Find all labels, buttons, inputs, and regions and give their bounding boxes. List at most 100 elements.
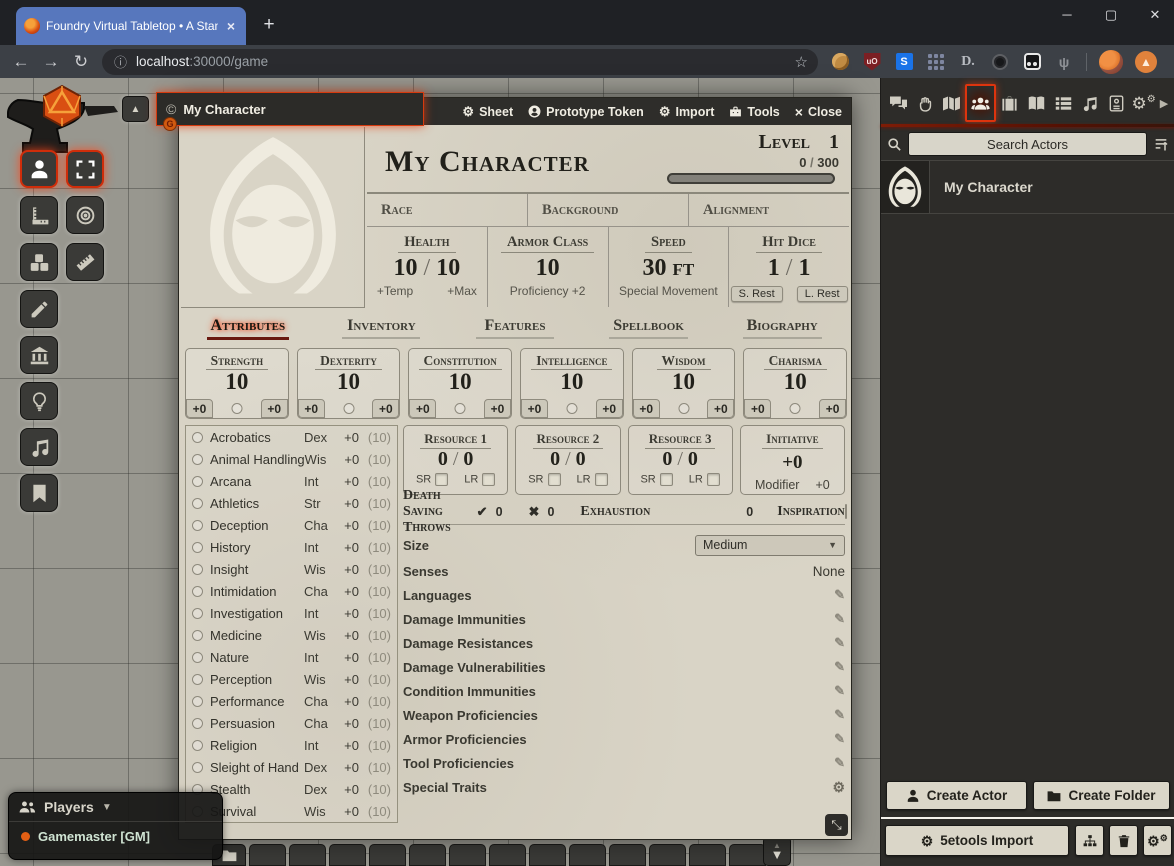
lr-checkbox[interactable] <box>707 473 720 486</box>
ability-score[interactable]: 10 <box>298 370 400 394</box>
collapse-controls-button[interactable]: ▲ <box>122 96 149 122</box>
browser-update-button[interactable]: ▲ <box>1135 51 1157 73</box>
edit-icon[interactable]: ✎ <box>834 683 845 699</box>
ability-score[interactable]: 10 <box>744 370 846 394</box>
skill-row[interactable]: PersuasionCha+0(10) <box>186 712 397 734</box>
d-extension-icon[interactable]: D. <box>958 52 978 72</box>
save-mod[interactable]: +0 <box>521 399 548 418</box>
macro-slot[interactable] <box>449 844 486 866</box>
skill-prof-radio[interactable] <box>192 718 203 729</box>
skill-row[interactable]: PerformanceCha+0(10) <box>186 690 397 712</box>
character-name[interactable]: My Character <box>385 131 667 184</box>
skill-prof-radio[interactable] <box>192 762 203 773</box>
profile-avatar[interactable] <box>1099 50 1123 74</box>
macro-slot[interactable] <box>529 844 566 866</box>
save-mod[interactable]: +0 <box>298 399 325 418</box>
create-folder-button[interactable]: Create Folder <box>1033 781 1170 810</box>
macro-slot[interactable] <box>289 844 326 866</box>
back-button[interactable]: ← <box>6 52 36 72</box>
new-tab-button[interactable]: + <box>256 12 282 38</box>
lr-checkbox[interactable] <box>482 473 495 486</box>
ability-score[interactable]: 10 <box>633 370 735 394</box>
close-sheet-button[interactable]: × Close <box>795 104 842 120</box>
sr-checkbox[interactable] <box>435 473 448 486</box>
skill-prof-radio[interactable] <box>192 476 203 487</box>
skill-prof-radio[interactable] <box>192 740 203 751</box>
ability-score[interactable]: 10 <box>409 370 511 394</box>
folder-tree-button[interactable] <box>1075 825 1104 856</box>
edit-icon[interactable]: ✎ <box>834 611 845 627</box>
hp-tempmax-label[interactable]: +Max <box>447 284 477 298</box>
macro-slot[interactable] <box>649 844 686 866</box>
5etools-import-button[interactable]: ⚙ 5etools Import <box>885 825 1069 856</box>
tab-combat[interactable] <box>912 84 939 122</box>
search-input[interactable] <box>908 132 1147 156</box>
skill-row[interactable]: DeceptionCha+0(10) <box>186 514 397 536</box>
skill-row[interactable]: MedicineWis+0(10) <box>186 624 397 646</box>
death-success-count[interactable]: 0 <box>496 505 503 519</box>
actor-list-item[interactable]: My Character <box>881 160 1174 214</box>
proficiency-radio[interactable] <box>790 403 801 414</box>
tab-spellbook[interactable]: Spellbook <box>582 317 716 342</box>
initiative-mod[interactable]: +0 <box>815 478 829 492</box>
token-controls-button[interactable] <box>20 150 58 188</box>
tab-scenes[interactable] <box>939 84 966 122</box>
tab-attributes[interactable]: Attributes <box>181 317 315 342</box>
tab-chat[interactable] <box>885 84 912 122</box>
close-window-button[interactable]: ✕ <box>1142 2 1168 28</box>
prototype-token-button[interactable]: Prototype Token <box>528 105 644 119</box>
skill-row[interactable]: ReligionInt+0(10) <box>186 734 397 756</box>
macro-slot[interactable] <box>569 844 606 866</box>
maximize-button[interactable]: ▢ <box>1098 2 1124 28</box>
macro-slot[interactable] <box>249 844 286 866</box>
special-movement-label[interactable]: Special Movement <box>619 284 718 298</box>
skill-row[interactable]: AcrobaticsDex+0(10) <box>186 426 397 448</box>
skill-row[interactable]: HistoryInt+0(10) <box>186 536 397 558</box>
death-success-icon[interactable]: ✔ <box>477 504 488 520</box>
ability-score[interactable]: 10 <box>186 370 288 394</box>
select-tool-button[interactable] <box>66 150 104 188</box>
edit-icon[interactable]: ✎ <box>834 659 845 675</box>
skill-prof-radio[interactable] <box>192 674 203 685</box>
fork-extension-icon[interactable]: ψ <box>1054 52 1074 72</box>
import-button[interactable]: ⚙ Import <box>659 105 715 119</box>
macro-slot[interactable] <box>689 844 726 866</box>
skill-row[interactable]: Sleight of HandDex+0(10) <box>186 756 397 778</box>
hp-temp-label[interactable]: +Temp <box>377 284 413 298</box>
sheet-config-button[interactable]: ⚙ Sheet <box>462 105 513 119</box>
xp-current[interactable]: 0 <box>799 155 806 170</box>
hotbar-page-button[interactable]: ▲ ▼ <box>763 836 791 866</box>
sidebar-collapse-button[interactable]: ▶ <box>1157 97 1171 110</box>
race-field[interactable]: Race <box>367 194 528 226</box>
skill-prof-radio[interactable] <box>192 564 203 575</box>
ac-value[interactable]: 10 <box>536 255 560 281</box>
lr-checkbox[interactable] <box>595 473 608 486</box>
skill-row[interactable]: NatureInt+0(10) <box>186 646 397 668</box>
site-info-icon[interactable]: ⓘ <box>114 52 127 71</box>
skill-prof-radio[interactable] <box>192 542 203 553</box>
tab-compendium[interactable] <box>1103 84 1130 122</box>
death-failure-count[interactable]: 0 <box>547 505 554 519</box>
level-value[interactable]: 1 <box>829 131 839 153</box>
edit-icon[interactable]: ✎ <box>834 707 845 723</box>
long-rest-button[interactable]: L. Rest <box>797 286 848 302</box>
proficiency-radio[interactable] <box>678 403 689 414</box>
players-header[interactable]: Players ▼ <box>9 793 222 822</box>
tab-tables[interactable] <box>1050 84 1077 122</box>
settings-button[interactable]: ⚙⚙ <box>1143 825 1172 856</box>
skill-prof-radio[interactable] <box>192 652 203 663</box>
darkreader-extension-icon[interactable] <box>1022 52 1042 72</box>
skill-row[interactable]: InvestigationInt+0(10) <box>186 602 397 624</box>
save-mod[interactable]: +0 <box>633 399 660 418</box>
gear-icon[interactable]: ⚙ <box>832 780 845 794</box>
skill-row[interactable]: InsightWis+0(10) <box>186 558 397 580</box>
save-mod[interactable]: +0 <box>409 399 436 418</box>
ruler-tool-button[interactable] <box>66 243 104 281</box>
skill-row[interactable]: ArcanaInt+0(10) <box>186 470 397 492</box>
hp-max[interactable]: 10 <box>436 255 460 281</box>
initiative-value[interactable]: +0 <box>745 452 840 474</box>
tab-inventory[interactable]: Inventory <box>315 317 449 342</box>
minimize-button[interactable]: ─ <box>1054 2 1080 28</box>
macro-slot[interactable] <box>409 844 446 866</box>
macro-slot[interactable] <box>609 844 646 866</box>
